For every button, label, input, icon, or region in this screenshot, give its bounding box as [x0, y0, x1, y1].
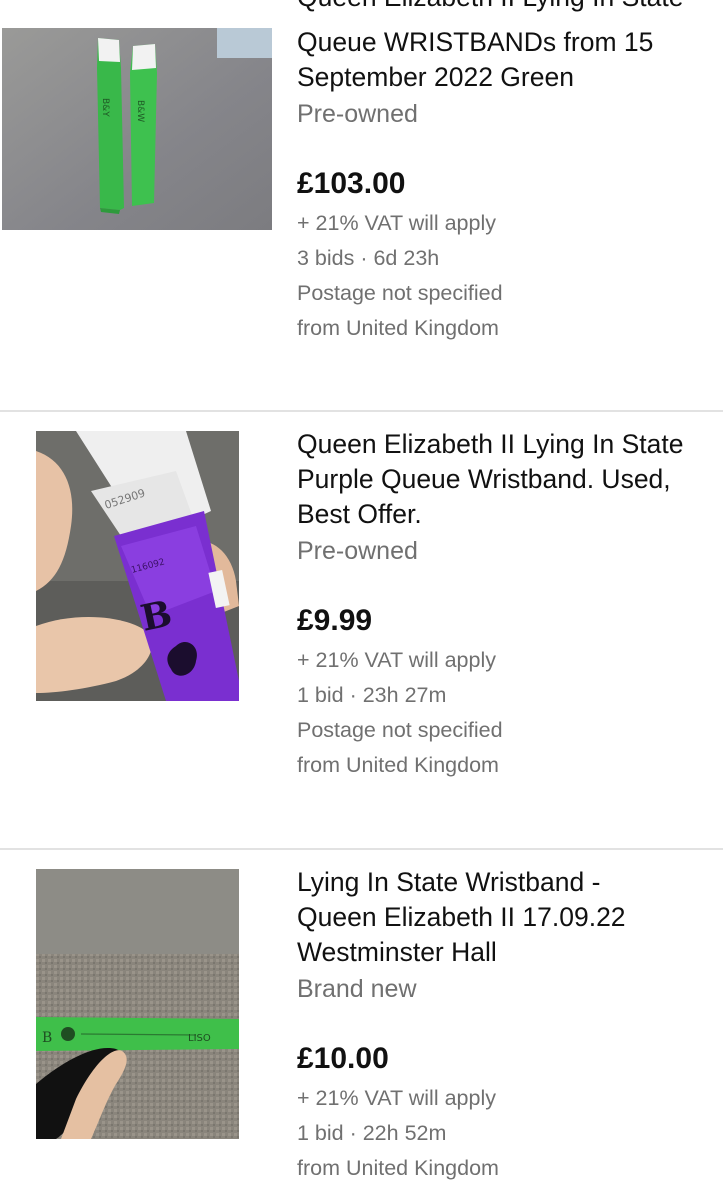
listing-vat: + 21% VAT will apply: [297, 648, 496, 672]
listing-image-purple-wristband[interactable]: 052909 116092 B: [36, 431, 239, 701]
listing-item-2[interactable]: 052909 116092 B Queen Elizabeth II Lying…: [0, 412, 723, 848]
listing-price: £9.99: [297, 604, 373, 637]
listing-postage: Postage not specified: [297, 718, 503, 742]
listing-vat: + 21% VAT will apply: [297, 1086, 496, 1110]
listing-title[interactable]: Queue WRISTBANDs from 15 September 2022 …: [297, 25, 717, 95]
listing-details: Queue WRISTBANDs from 15 September 2022 …: [297, 25, 717, 346]
listing-location: from United Kingdom: [297, 753, 499, 777]
svg-text:B: B: [42, 1030, 52, 1046]
listing-bids-time: 1 bid · 22h 52m: [297, 1121, 447, 1145]
listing-condition: Pre-owned: [297, 100, 418, 128]
listing-price: £10.00: [297, 1042, 389, 1075]
listing-item-3[interactable]: B LISO Lying In State Wristband - Queen …: [0, 850, 723, 1200]
listing-title[interactable]: Lying In State Wristband - Queen Elizabe…: [297, 865, 717, 970]
listing-title[interactable]: Queen Elizabeth II Lying In State Purple…: [297, 427, 717, 532]
listing-details: Lying In State Wristband - Queen Elizabe…: [297, 865, 717, 1186]
listing-title-line[interactable]: Westminster Hall: [297, 935, 717, 970]
listing-location: from United Kingdom: [297, 316, 499, 340]
svg-text:B&Y: B&Y: [100, 98, 110, 117]
listing-title-line-cut[interactable]: Queen Elizabeth II Lying In State: [297, 0, 683, 15]
svg-text:B&W: B&W: [135, 100, 145, 122]
listing-title-line[interactable]: Queue WRISTBANDs from 15: [297, 25, 717, 60]
listing-location: from United Kingdom: [297, 1156, 499, 1180]
listing-title-line[interactable]: Purple Queue Wristband. Used,: [297, 462, 717, 497]
listing-postage: Postage not specified: [297, 281, 503, 305]
listing-bids-time: 3 bids · 6d 23h: [297, 246, 440, 270]
listing-image-green-wristband-carpet[interactable]: B LISO: [36, 869, 239, 1139]
listing-details: Queen Elizabeth II Lying In State Purple…: [297, 427, 717, 783]
listing-vat: + 21% VAT will apply: [297, 211, 496, 235]
listing-image-green-wristbands[interactable]: B&Y B&W: [2, 28, 272, 230]
listing-item-1[interactable]: Queen Elizabeth II Lying In State B&Y B&…: [0, 0, 723, 410]
listing-bids-time: 1 bid · 23h 27m: [297, 683, 447, 707]
listing-title-line[interactable]: Lying In State Wristband -: [297, 865, 717, 900]
listing-title-line[interactable]: September 2022 Green: [297, 60, 717, 95]
listing-price: £103.00: [297, 167, 406, 200]
listing-title-line[interactable]: Queen Elizabeth II Lying In State: [297, 427, 717, 462]
listing-condition: Pre-owned: [297, 537, 418, 565]
listing-title-line[interactable]: Best Offer.: [297, 497, 717, 532]
listing-title-line[interactable]: Queen Elizabeth II 17.09.22: [297, 900, 717, 935]
svg-text:LISO: LISO: [188, 1033, 211, 1044]
listing-condition: Brand new: [297, 975, 417, 1003]
